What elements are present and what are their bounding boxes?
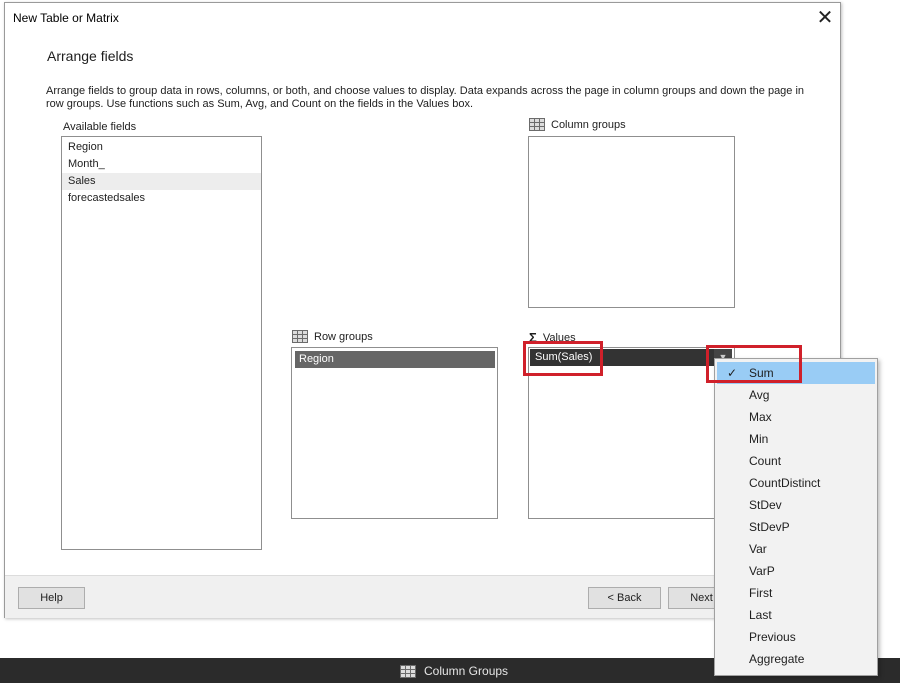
menu-item-first[interactable]: First — [715, 582, 877, 604]
menu-item-avg[interactable]: Avg — [715, 384, 877, 406]
grid-icon — [292, 330, 308, 343]
menu-item-min[interactable]: Min — [715, 428, 877, 450]
dialog-title: New Table or Matrix — [13, 11, 119, 25]
highlight-dropdown-sum — [706, 345, 802, 383]
close-icon[interactable]: ✕ — [813, 7, 837, 29]
column-groups-box[interactable] — [528, 136, 735, 308]
instructions-text: Arrange fields to group data in rows, co… — [46, 85, 805, 110]
menu-item-count[interactable]: Count — [715, 450, 877, 472]
row-groups-label: Row groups — [292, 330, 373, 343]
menu-item-varp[interactable]: VarP — [715, 560, 877, 582]
aggregate-function-menu: ✓ Sum Avg Max Min Count CountDistinct St… — [714, 358, 878, 676]
field-item-forecastedsales[interactable]: forecastedsales — [62, 190, 261, 207]
column-groups-bar-label: Column Groups — [424, 664, 509, 678]
row-group-item-region[interactable]: Region — [295, 351, 495, 368]
menu-item-aggregate[interactable]: Aggregate — [715, 648, 877, 670]
grid-icon — [529, 118, 545, 131]
field-item-region[interactable]: Region — [62, 139, 261, 156]
menu-item-countdistinct[interactable]: CountDistinct — [715, 472, 877, 494]
help-button[interactable]: Help — [18, 587, 85, 609]
menu-item-max[interactable]: Max — [715, 406, 877, 428]
menu-item-stdevp[interactable]: StDevP — [715, 516, 877, 538]
grid-icon — [400, 664, 416, 678]
highlight-sum-sales — [523, 341, 603, 376]
field-item-month[interactable]: Month_ — [62, 156, 261, 173]
available-fields-label: Available fields — [63, 121, 137, 133]
menu-item-last[interactable]: Last — [715, 604, 877, 626]
menu-item-stdev[interactable]: StDev — [715, 494, 877, 516]
column-groups-bar: Column Groups — [400, 664, 508, 678]
available-fields-list[interactable]: Region Month_ Sales forecastedsales — [61, 136, 262, 550]
field-item-sales[interactable]: Sales — [62, 173, 261, 190]
page-heading: Arrange fields — [47, 48, 134, 64]
back-button[interactable]: < Back — [588, 587, 661, 609]
menu-item-previous[interactable]: Previous — [715, 626, 877, 648]
row-groups-box[interactable]: Region — [291, 347, 498, 519]
menu-item-var[interactable]: Var — [715, 538, 877, 560]
column-groups-label: Column groups — [529, 118, 626, 131]
